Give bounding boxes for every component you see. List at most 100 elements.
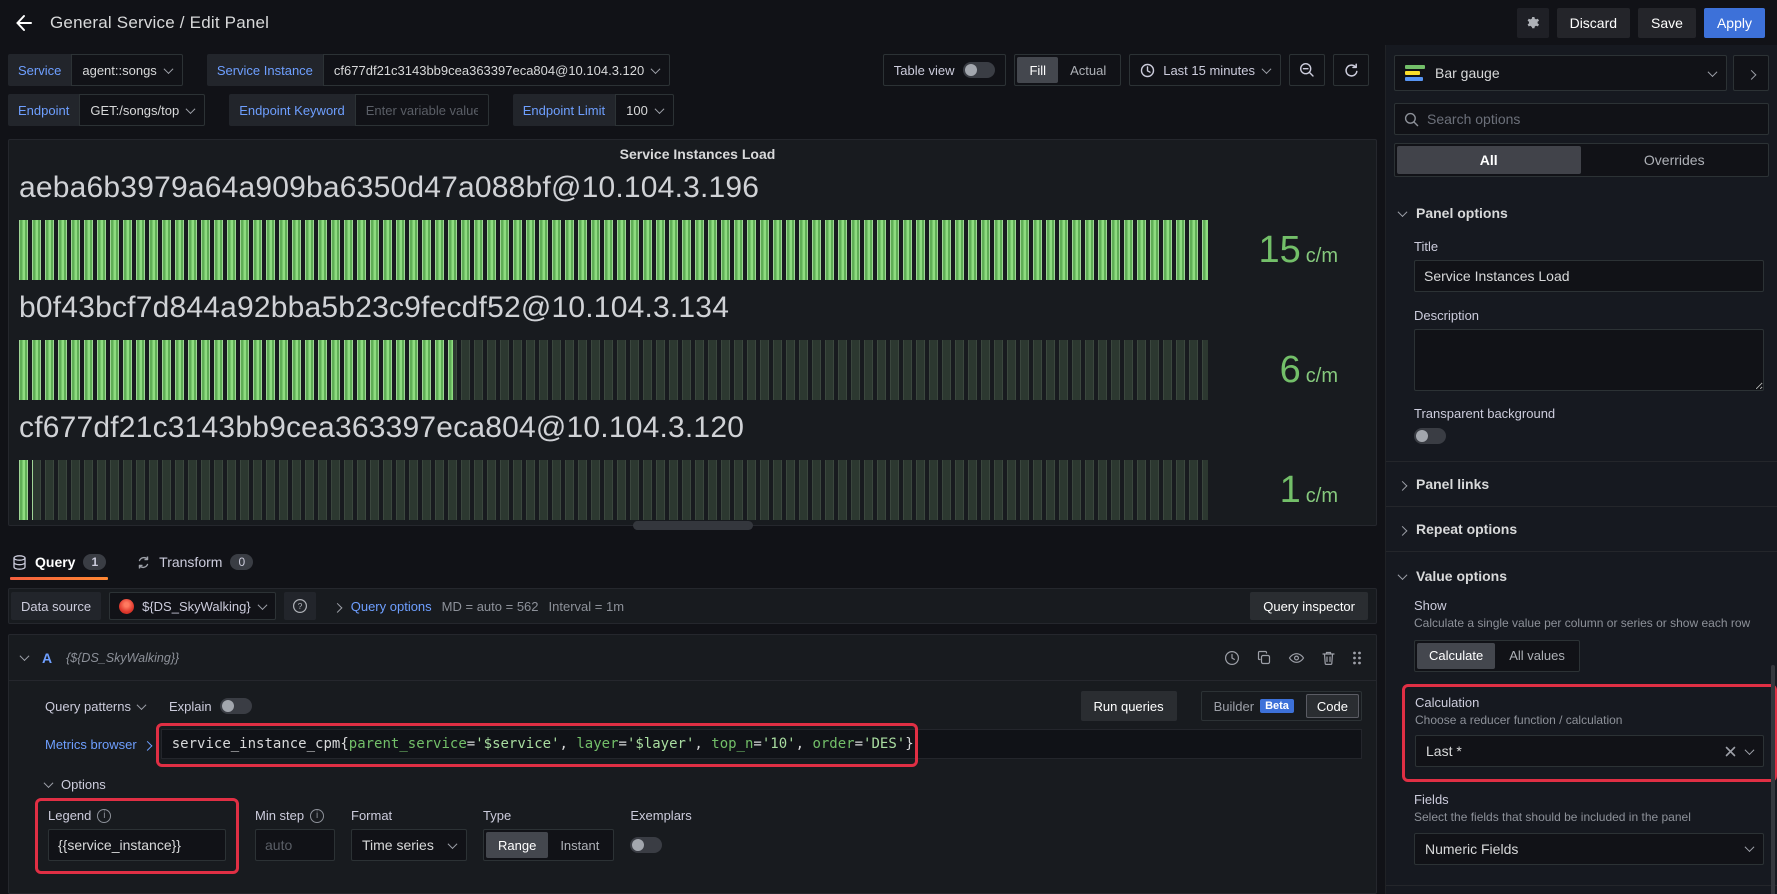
value-options-section-header[interactable]: Value options <box>1399 568 1764 584</box>
chevron-right-icon <box>142 740 152 750</box>
builder-option[interactable]: Builder Beta <box>1204 694 1304 718</box>
panel-resize-handle[interactable] <box>633 521 753 530</box>
value-options-header-label: Value options <box>1416 568 1507 584</box>
datasource-picker[interactable]: ${DS_SkyWalking} <box>109 592 276 620</box>
all-values-option[interactable]: All values <box>1497 643 1577 669</box>
delete-query-trash-icon[interactable] <box>1321 650 1336 666</box>
format-select[interactable]: Time series <box>351 829 467 861</box>
fields-field-label: Fields <box>1414 792 1764 807</box>
panel-links-section-header[interactable]: Panel links <box>1399 462 1764 492</box>
chevron-down-icon <box>651 64 661 74</box>
transform-icon <box>136 555 151 570</box>
chevron-down-icon <box>1262 64 1272 74</box>
variable-service-instance[interactable]: Service Instance cf677df21c3143bb9cea363… <box>207 54 670 86</box>
legend-label: Legend <box>48 808 91 823</box>
exemplars-toggle[interactable] <box>630 837 662 853</box>
help-circle-icon: ? <box>292 598 308 614</box>
options-search <box>1394 103 1769 135</box>
panel-options-section-header[interactable]: Panel options <box>1399 205 1764 221</box>
min-step-label: Min step <box>255 808 304 823</box>
query-inspector-button[interactable]: Query inspector <box>1250 592 1368 620</box>
repeat-options-section-header[interactable]: Repeat options <box>1399 507 1764 537</box>
panel-description-textarea[interactable] <box>1414 329 1764 391</box>
discard-button[interactable]: Discard <box>1557 8 1630 38</box>
fields-field-description: Select the fields that should be include… <box>1414 810 1764 826</box>
sidebar-scrollbar[interactable] <box>1771 665 1775 894</box>
tab-transform-count: 0 <box>230 554 253 570</box>
visualization-picker[interactable]: Bar gauge <box>1394 55 1727 91</box>
query-options-md: MD = auto = 562 <box>442 599 539 614</box>
tab-overrides[interactable]: Overrides <box>1583 146 1767 174</box>
refresh-button[interactable] <box>1333 54 1369 86</box>
gauge-row: b0f43bcf7d844a92bba5b23c9fecdf52@10.104.… <box>19 290 1376 400</box>
save-button[interactable]: Save <box>1638 8 1696 38</box>
endpoint-keyword-input[interactable] <box>355 94 489 126</box>
chevron-down-icon <box>1745 842 1755 852</box>
legend-input[interactable] <box>48 829 226 861</box>
variable-endpoint-limit[interactable]: Endpoint Limit 100 <box>513 94 674 126</box>
chevron-down-icon <box>257 600 267 610</box>
variable-endpoint-keyword-label: Endpoint Keyword <box>229 94 355 126</box>
variable-endpoint-limit-label: Endpoint Limit <box>513 94 615 126</box>
run-queries-button[interactable]: Run queries <box>1081 691 1177 721</box>
skywalking-logo-icon <box>119 599 134 614</box>
back-button[interactable] <box>14 13 34 33</box>
calculate-option[interactable]: Calculate <box>1417 643 1495 669</box>
chevron-down-icon <box>186 104 196 114</box>
gauge-fill <box>19 220 1208 280</box>
time-range-picker[interactable]: Last 15 minutes <box>1129 54 1281 86</box>
calculation-field-description: Choose a reducer function / calculation <box>1415 713 1764 729</box>
calculate-allvalues-switch: Calculate All values <box>1414 640 1580 672</box>
drag-handle-icon[interactable] <box>1352 650 1362 666</box>
beta-badge: Beta <box>1260 699 1294 713</box>
promql-expression-input[interactable]: service_instance_cpm{parent_service='$se… <box>161 729 1362 759</box>
chevron-down-icon <box>20 651 30 661</box>
zoom-out-button[interactable] <box>1289 54 1325 86</box>
search-icon <box>1404 112 1419 127</box>
query-ref: A <box>42 650 52 666</box>
actual-option[interactable]: Actual <box>1058 57 1118 83</box>
code-option[interactable]: Code <box>1306 694 1359 718</box>
gear-icon <box>1525 15 1541 31</box>
calculation-select[interactable]: Last * <box>1415 735 1764 767</box>
variables-row-1: Service agent::songs Service Instance cf… <box>8 52 1377 88</box>
range-option[interactable]: Range <box>486 832 548 858</box>
explain-toggle[interactable] <box>220 698 252 714</box>
gauge-label: cf677df21c3143bb9cea363397eca804@10.104.… <box>19 410 1376 446</box>
apply-button[interactable]: Apply <box>1704 8 1765 38</box>
disable-query-eye-icon[interactable] <box>1288 650 1305 666</box>
metrics-browser-toggle[interactable]: Metrics browser <box>45 729 161 759</box>
options-collapse-header[interactable]: Options <box>45 777 1362 792</box>
show-field-label: Show <box>1414 598 1764 613</box>
time-range-label: Last 15 minutes <box>1163 63 1255 78</box>
panel-title: Service Instances Load <box>19 146 1376 166</box>
search-options-input[interactable] <box>1427 111 1759 127</box>
fill-option[interactable]: Fill <box>1017 57 1058 83</box>
tab-transform[interactable]: Transform 0 <box>134 542 255 582</box>
query-history-icon[interactable] <box>1224 650 1240 666</box>
min-step-input[interactable] <box>255 829 335 861</box>
collapse-sidebar-button[interactable] <box>1733 55 1769 91</box>
clear-icon[interactable] <box>1725 746 1736 757</box>
chevron-right-icon <box>1746 69 1756 79</box>
tab-query[interactable]: Query 1 <box>10 542 108 582</box>
variable-endpoint[interactable]: Endpoint GET:/songs/top <box>8 94 205 126</box>
panel-settings-button[interactable] <box>1517 8 1549 38</box>
tab-all[interactable]: All <box>1397 146 1581 174</box>
fields-select[interactable]: Numeric Fields <box>1414 833 1764 865</box>
instant-option[interactable]: Instant <box>548 832 611 858</box>
transparent-background-toggle[interactable] <box>1414 428 1446 444</box>
datasource-help-button[interactable]: ? <box>284 592 316 620</box>
table-view-toggle[interactable] <box>963 62 995 78</box>
title-field-label: Title <box>1414 239 1764 254</box>
query-options-toggle[interactable]: Query options <box>351 599 432 614</box>
variable-service[interactable]: Service agent::songs <box>8 54 183 86</box>
panel-title-input[interactable] <box>1414 260 1764 292</box>
query-patterns-dropdown[interactable]: Query patterns <box>45 699 145 714</box>
query-row-header[interactable]: A {${DS_SkyWalking}} <box>9 635 1376 681</box>
info-icon: i <box>97 809 111 823</box>
options-header-label: Options <box>61 777 106 792</box>
gauge-value: 6c/m <box>1208 349 1366 392</box>
duplicate-query-icon[interactable] <box>1256 650 1272 666</box>
chevron-down-icon <box>44 778 54 788</box>
